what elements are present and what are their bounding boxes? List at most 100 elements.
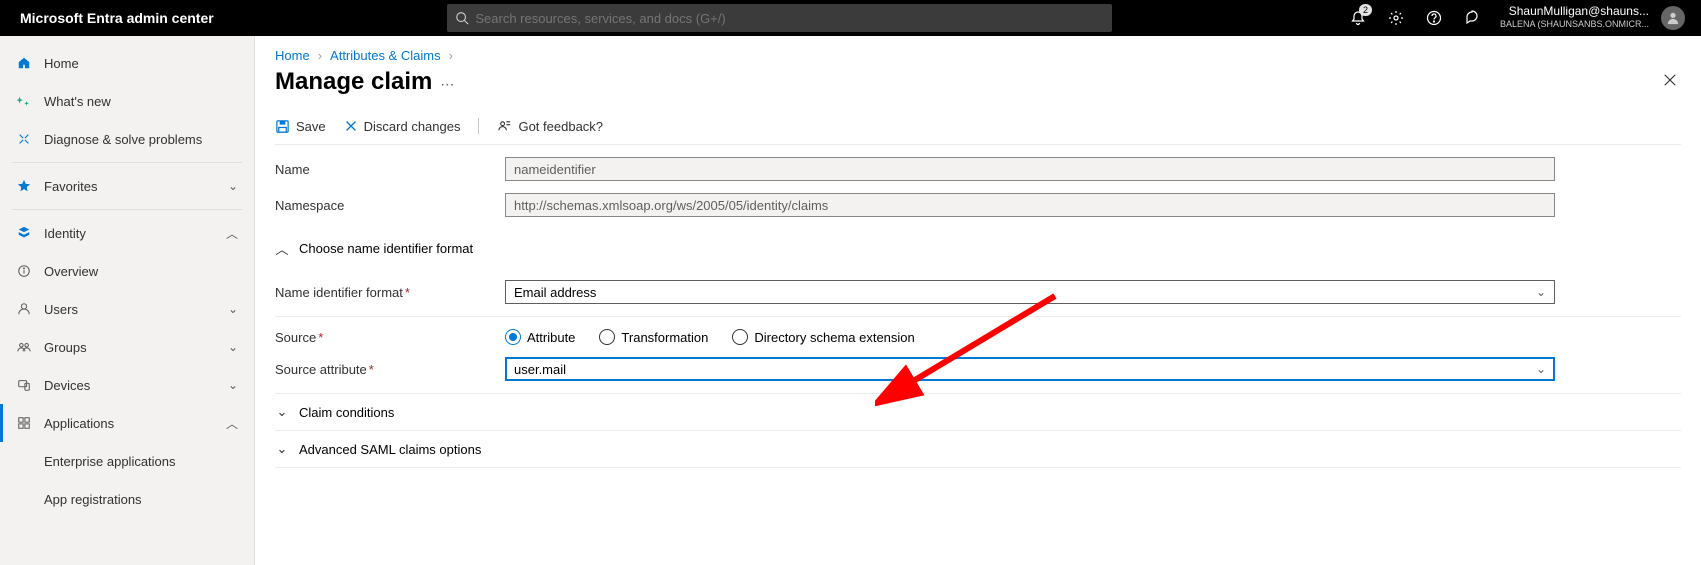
- radio-label-attribute: Attribute: [527, 330, 575, 345]
- expander-claim-conditions[interactable]: ⌄ Claim conditions: [275, 394, 1681, 431]
- chevron-down-icon: ⌄: [228, 340, 238, 354]
- source-attr-select[interactable]: user.mail ⌄: [505, 357, 1555, 381]
- top-bar: Microsoft Entra admin center 2 ShaunMull…: [0, 0, 1701, 36]
- sidebar-item-app-registrations[interactable]: App registrations: [0, 480, 254, 518]
- label-name: Name: [275, 162, 505, 177]
- help-button[interactable]: [1418, 2, 1450, 34]
- diagnose-icon: [16, 132, 32, 146]
- save-button[interactable]: Save: [275, 119, 326, 134]
- user-email: ShaunMulligan@shauns...: [1509, 5, 1649, 18]
- toolbar: Save Discard changes Got feedback?: [275, 108, 1681, 145]
- expander-choose-format[interactable]: ︿ Choose name identifier format: [275, 229, 1681, 268]
- label-namespace: Namespace: [275, 198, 505, 213]
- radio-icon: [599, 329, 615, 345]
- close-button[interactable]: [1659, 67, 1681, 96]
- sidebar-item-applications[interactable]: Applications ︿: [0, 404, 254, 442]
- star-icon: [16, 179, 32, 193]
- sparkle-icon: [16, 94, 32, 108]
- sidebar-label-users: Users: [44, 302, 216, 317]
- namespace-input[interactable]: [505, 193, 1555, 217]
- row-name: Name: [275, 157, 1681, 181]
- radio-attribute[interactable]: Attribute: [505, 329, 575, 345]
- chevron-down-icon: ⌄: [228, 378, 238, 392]
- sidebar-label-identity: Identity: [44, 226, 214, 241]
- chevron-down-icon: ⌄: [275, 441, 289, 457]
- annotation-arrow: [875, 286, 1075, 406]
- notification-badge: 2: [1359, 4, 1372, 16]
- save-label: Save: [296, 119, 326, 134]
- settings-button[interactable]: [1380, 2, 1412, 34]
- user-tenant: BALENA (SHAUNSANBS.ONMICR...: [1500, 18, 1649, 31]
- breadcrumb-sep: ›: [449, 48, 453, 63]
- discard-label: Discard changes: [364, 119, 461, 134]
- chevron-down-icon: ⌄: [275, 404, 289, 420]
- global-search[interactable]: [447, 4, 1112, 32]
- chevron-down-icon: ⌄: [1536, 362, 1546, 376]
- search-icon: [455, 11, 469, 25]
- sidebar-item-users[interactable]: Users ⌄: [0, 290, 254, 328]
- nif-select[interactable]: Email address ⌄: [505, 280, 1555, 304]
- search-input[interactable]: [475, 11, 1104, 26]
- label-source-attr: Source attribute*: [275, 362, 505, 377]
- chevron-down-icon: ⌄: [1536, 285, 1546, 299]
- nif-value: Email address: [514, 285, 596, 300]
- sidebar-item-enterprise-apps[interactable]: Enterprise applications: [0, 442, 254, 480]
- sidebar-label-devices: Devices: [44, 378, 216, 393]
- source-radio-group: Attribute Transformation Directory schem…: [505, 329, 1555, 345]
- row-nif: Name identifier format* Email address ⌄: [275, 280, 1681, 304]
- name-input[interactable]: [505, 157, 1555, 181]
- expander-advanced[interactable]: ⌄ Advanced SAML claims options: [275, 431, 1681, 468]
- radio-label-dse: Directory schema extension: [754, 330, 914, 345]
- user-icon: [16, 302, 32, 316]
- user-info[interactable]: ShaunMulligan@shauns... BALENA (SHAUNSAN…: [1494, 5, 1655, 31]
- sidebar-label-applications: Applications: [44, 416, 214, 431]
- sidebar-label-diagnose: Diagnose & solve problems: [44, 132, 238, 147]
- expander-label: Choose name identifier format: [299, 241, 473, 256]
- more-button[interactable]: ⋯: [440, 76, 454, 93]
- main-content: Home › Attributes & Claims › Manage clai…: [255, 36, 1701, 565]
- sidebar-item-devices[interactable]: Devices ⌄: [0, 366, 254, 404]
- radio-label-transformation: Transformation: [621, 330, 708, 345]
- chevron-down-icon: ⌄: [228, 302, 238, 316]
- search-wrap: [226, 4, 1334, 32]
- feedback-label: Got feedback?: [518, 119, 603, 134]
- breadcrumb-sep: ›: [318, 48, 322, 63]
- home-icon: [16, 56, 32, 70]
- radio-icon: [732, 329, 748, 345]
- avatar[interactable]: [1661, 6, 1685, 30]
- radio-transformation[interactable]: Transformation: [599, 329, 708, 345]
- chevron-down-icon: ⌄: [228, 179, 238, 193]
- breadcrumb-attrs[interactable]: Attributes & Claims: [330, 48, 441, 63]
- radio-dse[interactable]: Directory schema extension: [732, 329, 914, 345]
- chevron-up-icon: ︿: [275, 239, 289, 258]
- sidebar-divider: [12, 162, 242, 163]
- row-source: Source* Attribute Transformation Directo…: [275, 329, 1681, 345]
- toolbar-divider: [478, 118, 479, 134]
- sidebar-divider: [12, 209, 242, 210]
- sidebar-item-diagnose[interactable]: Diagnose & solve problems: [0, 120, 254, 158]
- breadcrumb-home[interactable]: Home: [275, 48, 310, 63]
- expander-label: Claim conditions: [299, 405, 394, 420]
- sidebar-item-home[interactable]: Home: [0, 44, 254, 82]
- groups-icon: [16, 340, 32, 354]
- sidebar-item-groups[interactable]: Groups ⌄: [0, 328, 254, 366]
- sidebar-item-whats-new[interactable]: What's new: [0, 82, 254, 120]
- discard-button[interactable]: Discard changes: [344, 119, 461, 134]
- sidebar-label-favorites: Favorites: [44, 179, 216, 194]
- source-attr-value: user.mail: [514, 362, 566, 377]
- apps-icon: [16, 416, 32, 430]
- sidebar-item-overview[interactable]: Overview: [0, 252, 254, 290]
- notifications-button[interactable]: 2: [1342, 2, 1374, 34]
- brand-title: Microsoft Entra admin center: [8, 10, 226, 26]
- sidebar-item-favorites[interactable]: Favorites ⌄: [0, 167, 254, 205]
- sidebar-item-identity[interactable]: Identity ︿: [0, 214, 254, 252]
- sidebar-label-overview: Overview: [44, 264, 238, 279]
- identity-icon: [16, 226, 32, 240]
- sidebar-label-groups: Groups: [44, 340, 216, 355]
- radio-icon: [505, 329, 521, 345]
- info-icon: [16, 264, 32, 278]
- topbar-actions: 2 ShaunMulligan@shauns... BALENA (SHAUNS…: [1334, 2, 1693, 34]
- feedback-button[interactable]: Got feedback?: [497, 119, 603, 134]
- devices-icon: [16, 378, 32, 392]
- feedback-button[interactable]: [1456, 2, 1488, 34]
